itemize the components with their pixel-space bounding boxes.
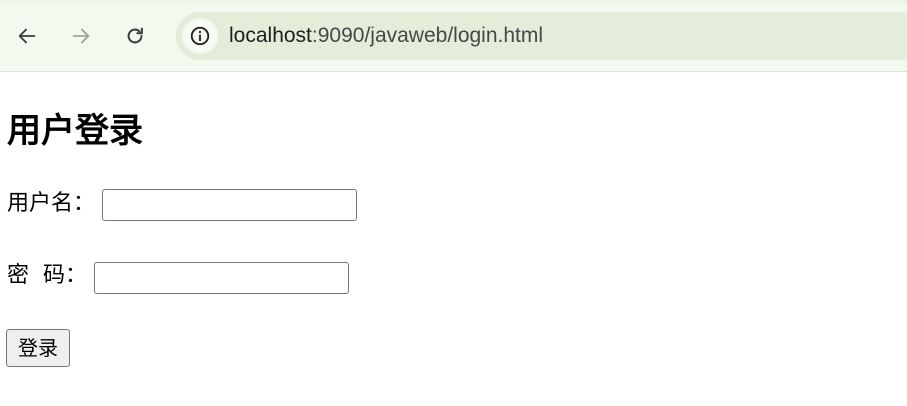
password-label: 密 码： (7, 263, 87, 288)
username-input[interactable] (102, 189, 357, 221)
arrow-left-icon (18, 28, 36, 44)
browser-toolbar: localhost:9090/javaweb/login.html (0, 0, 907, 72)
password-input[interactable] (94, 262, 349, 294)
url-host: localhost (229, 24, 312, 47)
info-circle-icon (190, 26, 210, 46)
page-title: 用户登录 (7, 111, 143, 151)
site-info-button[interactable] (182, 18, 218, 54)
url-path: :9090/javaweb/login.html (311, 24, 544, 47)
arrow-right-icon (72, 28, 90, 44)
url-text[interactable]: localhost:9090/javaweb/login.html (229, 23, 543, 49)
reload-icon (127, 27, 143, 44)
back-button[interactable] (8, 17, 46, 55)
forward-button[interactable] (62, 17, 100, 55)
username-label: 用户名： (7, 191, 96, 216)
reload-button[interactable] (116, 17, 154, 55)
login-button[interactable]: 登录 (6, 329, 70, 367)
address-bar[interactable]: localhost:9090/javaweb/login.html (176, 12, 907, 60)
tab-strip-edge (0, 0, 907, 3)
